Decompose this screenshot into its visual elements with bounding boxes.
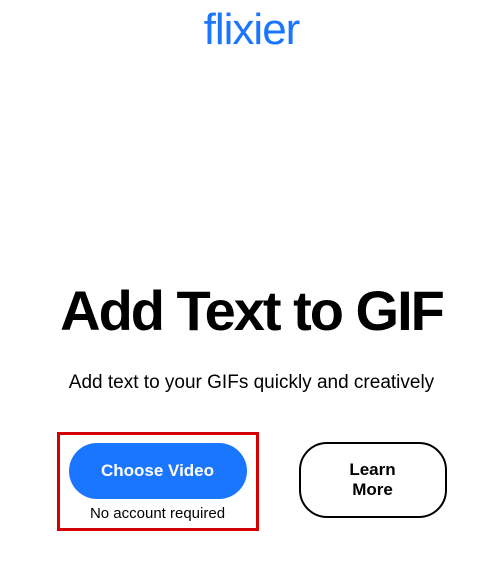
learn-more-button[interactable]: Learn More [299, 442, 447, 518]
actions-row: Choose Video No account required Learn M… [0, 432, 503, 531]
hero-title: Add Text to GIF [8, 280, 495, 342]
logo-text: flixier [204, 5, 300, 54]
choose-video-button[interactable]: Choose Video [69, 443, 247, 499]
no-account-caption: No account required [90, 505, 225, 522]
hero-section: Add Text to GIF Add text to your GIFs qu… [0, 280, 503, 394]
logo[interactable]: flixier [0, 0, 503, 55]
hero-subtitle: Add text to your GIFs quickly and creati… [8, 372, 495, 394]
primary-action-highlight: Choose Video No account required [57, 432, 259, 531]
